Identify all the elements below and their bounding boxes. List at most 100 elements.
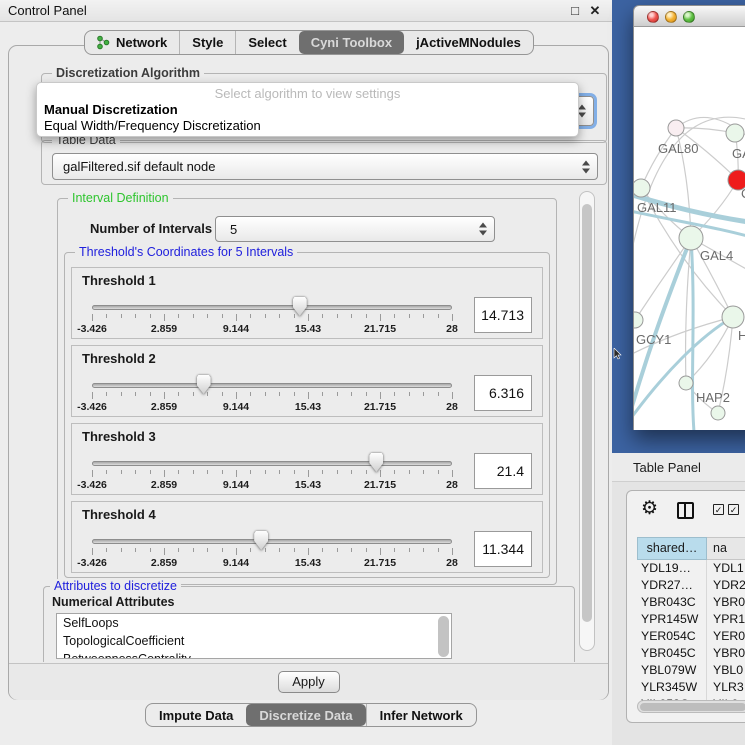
network-node-label: GAL80 (658, 141, 698, 156)
network-node-gal80[interactable] (668, 120, 684, 136)
network-node-gal4[interactable] (679, 226, 703, 250)
slider-tick (164, 392, 165, 399)
table-row[interactable]: YDL19…YDL1 (637, 560, 745, 577)
cell-shared-name[interactable]: YDL19… (637, 560, 707, 577)
slider-track[interactable] (92, 305, 452, 310)
cell-name[interactable]: YBL0 (707, 662, 745, 679)
network-canvas[interactable]: GAL80GACGAL11GAL4GCY1HHAP2 (633, 27, 745, 430)
slider-tick (394, 548, 395, 552)
close-window-icon[interactable]: ✕ (586, 0, 604, 22)
table-row[interactable]: YBR043CYBR0 (637, 594, 745, 611)
slider-tick (380, 392, 381, 399)
slider-thumb[interactable] (369, 453, 383, 472)
slider-tick (394, 392, 395, 396)
tab-select[interactable]: Select (235, 31, 298, 54)
interval-definition-group: Interval Definition Number of Intervals … (57, 198, 557, 585)
axis-tick-label: 9.144 (223, 323, 249, 335)
slider-thumb[interactable] (197, 375, 211, 394)
cell-name[interactable]: YER0 (707, 628, 745, 645)
attribute-list-item[interactable]: BetweennessCentrality (57, 650, 451, 659)
table-row[interactable]: YBR045CYBR0 (637, 645, 745, 662)
slider-thumb[interactable] (293, 297, 307, 316)
slider-thumb-shape (197, 375, 211, 394)
network-node-bottom-node[interactable] (711, 406, 725, 420)
numerical-attributes-list[interactable]: SelfLoopsTopologicalCoefficientBetweenne… (56, 613, 452, 659)
list-scrollbar[interactable] (438, 616, 449, 657)
slider-track[interactable] (92, 539, 452, 544)
cell-shared-name[interactable]: YER054C (637, 628, 707, 645)
dropdown-option-equal-width[interactable]: Equal Width/Frequency Discretization (44, 118, 261, 133)
network-node-gal11[interactable] (634, 179, 650, 197)
panel-scrollbar-thumb[interactable] (582, 204, 592, 622)
columns-icon[interactable] (677, 502, 694, 519)
tab-network[interactable]: Network (85, 31, 179, 54)
checkbox-icon[interactable]: ✓ (713, 504, 724, 515)
cell-shared-name[interactable]: YBL079W (637, 662, 707, 679)
tab-style-label: Style (192, 35, 223, 50)
slider-tick (366, 548, 367, 552)
float-window-icon[interactable]: □ (566, 0, 584, 22)
number-of-intervals-combobox[interactable]: 5 (215, 216, 495, 242)
cell-name[interactable]: YBR0 (707, 594, 745, 611)
network-node-hap2[interactable] (679, 376, 693, 390)
table-scrollbar-thumb[interactable] (640, 703, 745, 711)
threshold-title: Threshold 2 (82, 351, 156, 366)
attribute-list-item[interactable]: SelfLoops (57, 614, 451, 632)
network-window-titlebar[interactable] (633, 5, 745, 27)
column-header-shared-name[interactable]: shared… (637, 537, 707, 560)
dropdown-option-manual-discretization[interactable]: Manual Discretization (44, 102, 178, 117)
cell-shared-name[interactable]: YBR043C (637, 594, 707, 611)
threshold-value-field[interactable]: 14.713 (474, 297, 532, 333)
threshold-value-field[interactable]: 21.4 (474, 453, 532, 489)
tab-impute-data[interactable]: Impute Data (146, 704, 246, 726)
table-row[interactable]: YPR145WYPR1 (637, 611, 745, 628)
table-row[interactable]: YLR345WYLR3 (637, 679, 745, 696)
table-horizontal-scrollbar[interactable] (637, 700, 745, 713)
threshold-panel: Threshold 4-3.4262.8599.14415.4321.71528… (71, 501, 543, 573)
network-node-gcy1[interactable] (634, 312, 643, 328)
cell-shared-name[interactable]: YPR145W (637, 611, 707, 628)
cell-name[interactable]: YLR3 (707, 679, 745, 696)
zoom-traffic-light-icon[interactable] (683, 11, 695, 23)
slider-thumb[interactable] (254, 531, 268, 550)
close-traffic-light-icon[interactable] (647, 11, 659, 23)
table-data-combobox[interactable]: galFiltered.sif default node (52, 153, 598, 180)
cell-shared-name[interactable]: YDR27… (637, 577, 707, 594)
panel-scrollbar[interactable] (579, 191, 595, 651)
slider-tick (337, 392, 338, 396)
attribute-list-item[interactable]: TopologicalCoefficient (57, 632, 451, 650)
tab-discretize-data[interactable]: Discretize Data (246, 704, 365, 726)
cell-name[interactable]: YDL1 (707, 560, 745, 577)
cell-shared-name[interactable]: YLR345W (637, 679, 707, 696)
cell-shared-name[interactable]: YBR045C (637, 645, 707, 662)
cell-name[interactable]: YBR0 (707, 645, 745, 662)
table-row[interactable]: YBL079WYBL0 (637, 662, 745, 679)
tab-infer-network[interactable]: Infer Network (366, 704, 476, 726)
slider-tick (351, 314, 352, 318)
tab-style[interactable]: Style (179, 31, 235, 54)
slider-tick (207, 314, 208, 318)
slider-tick (121, 314, 122, 318)
column-header-name[interactable]: na (707, 537, 745, 560)
tab-cyni-toolbox[interactable]: Cyni Toolbox (299, 31, 404, 54)
slider-tick (308, 314, 309, 321)
slider-tick (409, 314, 410, 318)
slider-track[interactable] (92, 461, 452, 466)
checkbox-icon[interactable]: ✓ (728, 504, 739, 515)
apply-button[interactable]: Apply (278, 671, 340, 693)
threshold-value-field[interactable]: 11.344 (474, 531, 532, 567)
minimize-traffic-light-icon[interactable] (665, 11, 677, 23)
table-row[interactable]: YER054CYER0 (637, 628, 745, 645)
tab-jactivemnodules[interactable]: jActiveMNodules (404, 31, 533, 54)
dropdown-placeholder[interactable]: Select algorithm to view settings (37, 86, 578, 101)
gear-icon[interactable]: ⚙ (641, 498, 658, 520)
table-row[interactable]: YDR27…YDR2 (637, 577, 745, 594)
axis-tick-label: 15.43 (295, 479, 321, 491)
network-node-h-node[interactable] (722, 306, 744, 328)
slider-track[interactable] (92, 383, 452, 388)
cell-name[interactable]: YPR1 (707, 611, 745, 628)
network-node-g-top[interactable] (726, 124, 744, 142)
threshold-value-field[interactable]: 6.316 (474, 375, 532, 411)
slider-tick (222, 392, 223, 396)
cell-name[interactable]: YDR2 (707, 577, 745, 594)
